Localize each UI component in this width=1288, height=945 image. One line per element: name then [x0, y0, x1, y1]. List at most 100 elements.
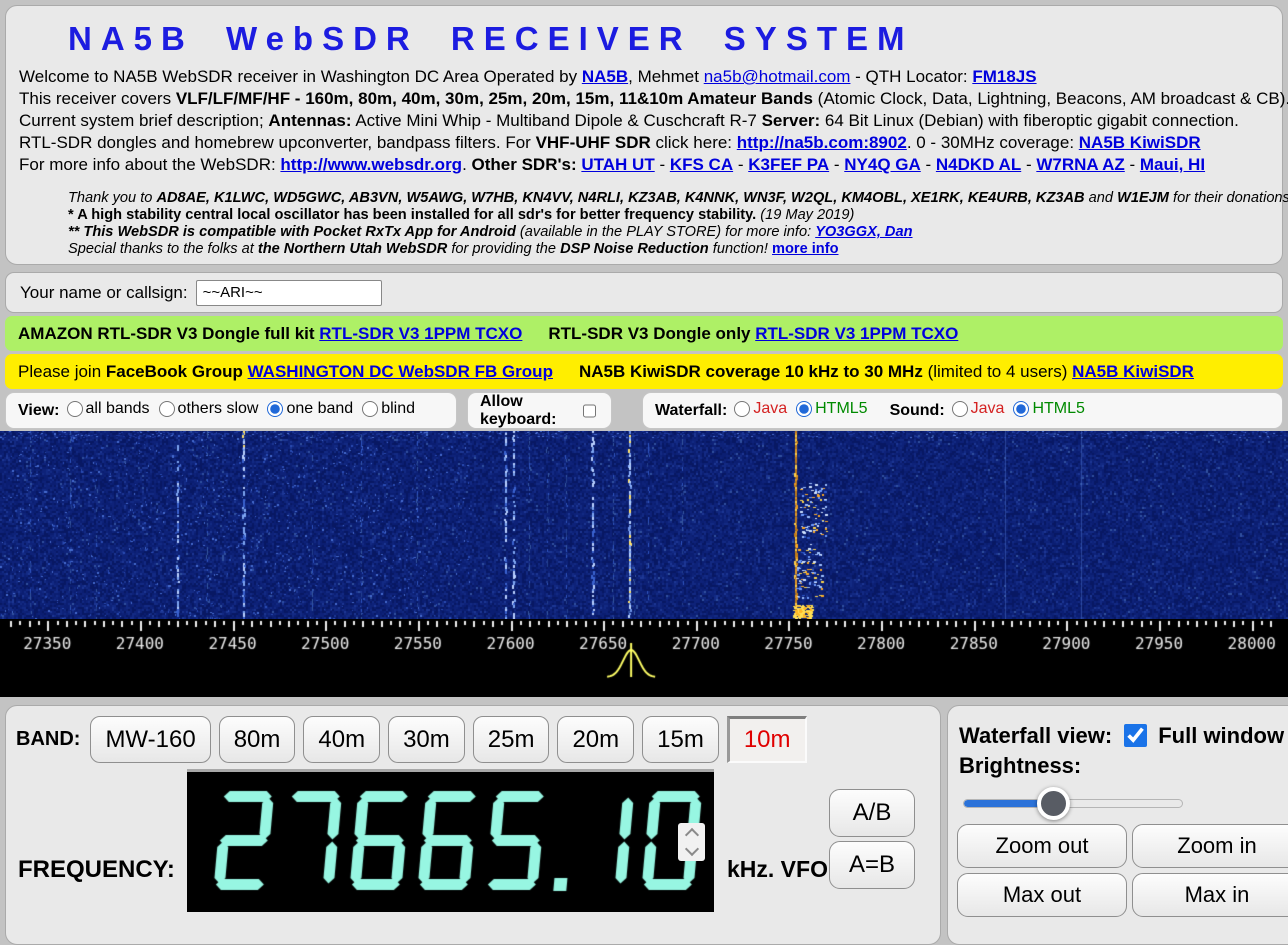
radio-option-java[interactable]: Java	[734, 400, 787, 418]
callsign-input[interactable]	[196, 280, 382, 306]
text-segment: (Atomic Clock, Data, Lightning, Beacons,…	[813, 89, 1288, 108]
step-up-icon[interactable]	[684, 828, 698, 842]
band-button-25m[interactable]: 25m	[473, 716, 550, 763]
text-segment: NA5B KiwiSDR coverage 10 kHz to 30 MHz	[579, 362, 928, 381]
radio-html5[interactable]	[796, 401, 812, 417]
text-segment: -	[921, 155, 936, 174]
radio-label: Java	[753, 400, 787, 418]
text-segment: -	[733, 155, 748, 174]
step-down-icon[interactable]	[684, 842, 698, 856]
band-button-15m[interactable]: 15m	[642, 716, 719, 763]
radio-others-slow[interactable]	[159, 401, 175, 417]
link[interactable]: NA5B KiwiSDR	[1072, 362, 1194, 381]
slider-thumb[interactable]	[1037, 787, 1070, 820]
radio-html5[interactable]	[1013, 401, 1029, 417]
radio-option-java[interactable]: Java	[952, 400, 1005, 418]
zoom-out-button[interactable]: Zoom out	[957, 824, 1127, 868]
text-segment: the Northern Utah WebSDR	[258, 241, 447, 257]
vfo-button-ab[interactable]: A/B	[829, 789, 915, 837]
text-segment: -	[655, 155, 670, 174]
notes-block: Thank you to AD8AE, K1LWC, WD5GWC, AB3VN…	[68, 190, 1282, 258]
band-button-30m[interactable]: 30m	[388, 716, 465, 763]
slider-track[interactable]	[963, 799, 1183, 808]
text-segment: click here:	[651, 133, 737, 152]
link[interactable]: http://www.websdr.org	[280, 155, 462, 174]
radio-label: HTML5	[815, 400, 867, 418]
band-button-40m[interactable]: 40m	[303, 716, 380, 763]
link[interactable]: UTAH UT	[581, 155, 654, 174]
radio-option-others-slow[interactable]: others slow	[159, 400, 259, 418]
max-in-button[interactable]: Max in	[1132, 873, 1288, 917]
text-segment: RTL-SDR V3 Dongle only	[548, 324, 755, 343]
radio-label: others slow	[178, 400, 259, 418]
text-segment: ** This WebSDR is compatible with Pocket…	[68, 224, 520, 240]
brightness-row: Brightness:	[959, 753, 1081, 779]
allow-keyboard-label: Allow keyboard:	[480, 393, 570, 429]
full-window-label: Full window	[1158, 723, 1284, 749]
link[interactable]: K3FEF PA	[748, 155, 829, 174]
frequency-display	[187, 769, 714, 912]
text-segment: Active Mini Whip - Multiband Dipole & Cu…	[352, 111, 762, 130]
band-button-20m[interactable]: 20m	[557, 716, 634, 763]
sound-mode-label: Sound:	[890, 402, 945, 420]
radio-all-bands[interactable]	[67, 401, 83, 417]
link[interactable]: http://na5b.com:8902	[737, 133, 907, 152]
seven-segment-readout	[187, 772, 714, 909]
link[interactable]: RTL-SDR V3 1PPM TCXO	[319, 324, 522, 343]
band-button-10m[interactable]: 10m	[727, 716, 807, 763]
radio-java[interactable]	[734, 401, 750, 417]
text-segment: Antennas:	[268, 111, 351, 130]
radio-option-html5[interactable]: HTML5	[1013, 400, 1084, 418]
max-out-button[interactable]: Max out	[957, 873, 1127, 917]
text-segment: Server:	[762, 111, 821, 130]
link[interactable]: NA5B KiwiSDR	[1079, 133, 1201, 152]
zoom-in-button[interactable]: Zoom in	[1132, 824, 1288, 868]
full-window-checkbox[interactable]	[1124, 724, 1147, 747]
header-line: This receiver covers VLF/LF/MF/HF - 160m…	[19, 88, 1282, 110]
allow-keyboard-checkbox[interactable]	[583, 402, 596, 420]
radio-option-one-band[interactable]: one band	[267, 400, 353, 418]
link[interactable]: RTL-SDR V3 1PPM TCXO	[755, 324, 958, 343]
text-segment: (available in the PLAY STORE) for more i…	[520, 224, 815, 240]
link[interactable]: W7RNA AZ	[1036, 155, 1124, 174]
text-segment: Other SDR's:	[472, 155, 582, 174]
link[interactable]: YO3GGX, Dan	[815, 224, 912, 240]
waterfall-display[interactable]	[0, 431, 1288, 619]
band-button-80m[interactable]: 80m	[219, 716, 296, 763]
link[interactable]: more info	[772, 241, 838, 257]
header-line: Current system brief description; Antenn…	[19, 110, 1282, 132]
link[interactable]: Maui, HI	[1140, 155, 1205, 174]
link[interactable]: NY4Q GA	[844, 155, 921, 174]
vfo-button-ab[interactable]: A=B	[829, 841, 915, 889]
brightness-slider[interactable]	[963, 794, 1183, 814]
waterfall-view-label: Waterfall view:	[959, 723, 1112, 749]
radio-option-all-bands[interactable]: all bands	[67, 400, 150, 418]
link[interactable]: KFS CA	[670, 155, 733, 174]
link[interactable]: WASHINGTON DC WebSDR FB Group	[248, 362, 553, 381]
text-segment: * A high stability central local oscilla…	[68, 207, 760, 223]
waterfall-radio-group: Java HTML5	[734, 400, 876, 422]
radio-blind[interactable]	[362, 401, 378, 417]
radio-one-band[interactable]	[267, 401, 283, 417]
link[interactable]: NA5B	[582, 67, 628, 86]
text-segment: DSP Noise Reduction	[560, 241, 709, 257]
text-segment: 64 Bit Linux (Debian) with fiberoptic gi…	[820, 111, 1239, 130]
header-line: Welcome to NA5B WebSDR receiver in Washi…	[19, 66, 1282, 88]
link[interactable]: na5b@hotmail.com	[704, 67, 851, 86]
note-line: ** This WebSDR is compatible with Pocket…	[68, 224, 1282, 241]
radio-option-blind[interactable]: blind	[362, 400, 415, 418]
radio-option-html5[interactable]: HTML5	[796, 400, 867, 418]
frequency-scale[interactable]	[0, 619, 1288, 697]
text-segment: (limited to 4 users)	[928, 362, 1073, 381]
radio-java[interactable]	[952, 401, 968, 417]
link[interactable]: FM18JS	[972, 67, 1036, 86]
text-segment: AMAZON RTL-SDR V3 Dongle full kit	[18, 324, 319, 343]
link[interactable]: N4DKD AL	[936, 155, 1021, 174]
frequency-stepper[interactable]	[678, 823, 705, 861]
radio-label: one band	[286, 400, 353, 418]
brightness-label: Brightness:	[959, 753, 1081, 779]
waterfall-view-row: Waterfall view: Full window	[959, 721, 1284, 750]
text-segment: FaceBook Group	[106, 362, 248, 381]
band-button-mw-160[interactable]: MW-160	[90, 716, 210, 763]
text-segment: VHF-UHF SDR	[536, 133, 651, 152]
